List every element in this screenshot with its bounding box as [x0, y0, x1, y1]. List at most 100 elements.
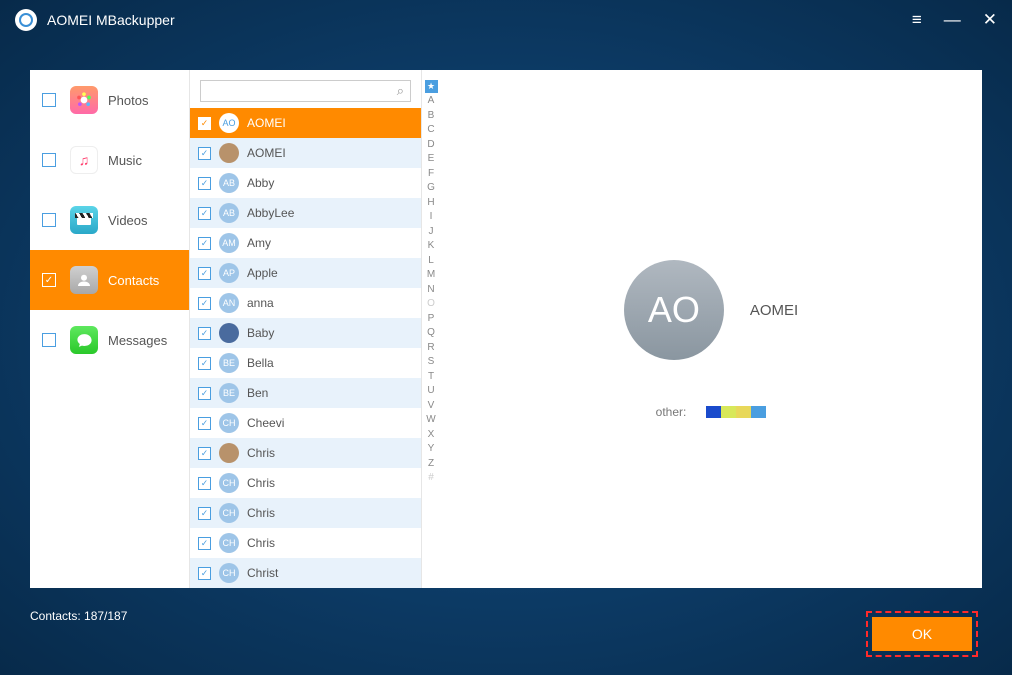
checkbox-icon[interactable]: ✓ — [198, 477, 211, 490]
checkbox-icon[interactable]: ✓ — [198, 447, 211, 460]
contact-name: AOMEI — [750, 302, 798, 319]
sidebar-item-videos[interactable]: Videos — [30, 190, 189, 250]
alpha-O[interactable]: O — [422, 297, 440, 312]
contact-row-name: AbbyLee — [247, 206, 294, 220]
alpha-P[interactable]: P — [422, 312, 440, 327]
alpha-X[interactable]: X — [422, 428, 440, 443]
avatar-icon: BE — [219, 353, 239, 373]
sidebar-item-photos[interactable]: Photos — [30, 70, 189, 130]
sidebar-label: Videos — [108, 213, 148, 228]
contact-row[interactable]: ✓ BE Bella — [190, 348, 421, 378]
contact-row-name: Bella — [247, 356, 274, 370]
checkbox-icon[interactable]: ✓ — [198, 267, 211, 280]
contact-row-name: Chris — [247, 476, 275, 490]
search-icon[interactable]: ⌕ — [397, 83, 404, 99]
alpha-N[interactable]: N — [422, 283, 440, 298]
avatar-icon: CH — [219, 503, 239, 523]
star-icon[interactable]: ★ — [425, 80, 438, 93]
contact-row[interactable]: ✓AOMEI — [190, 138, 421, 168]
contact-row-name: Baby — [247, 326, 274, 340]
alpha-L[interactable]: L — [422, 254, 440, 269]
alpha-H[interactable]: H — [422, 196, 440, 211]
search-box[interactable]: ⌕ — [200, 80, 411, 102]
alpha-Y[interactable]: Y — [422, 442, 440, 457]
contact-row[interactable]: ✓CHChris — [190, 468, 421, 498]
checkbox-icon[interactable]: ✓ — [198, 297, 211, 310]
checkbox-icon[interactable]: ✓ — [198, 327, 211, 340]
contact-row[interactable]: ✓AMAmy — [190, 228, 421, 258]
contact-row[interactable]: ✓AOAOMEI — [190, 108, 421, 138]
alpha-#[interactable]: # — [422, 471, 440, 486]
list-view-button[interactable]: ≡ — [912, 10, 922, 30]
contact-row[interactable]: ✓ Chris — [190, 438, 421, 468]
ok-button[interactable]: OK — [872, 617, 972, 651]
alpha-A[interactable]: A — [422, 94, 440, 109]
checkbox-icon[interactable]: ✓ — [198, 387, 211, 400]
alpha-D[interactable]: D — [422, 138, 440, 153]
alpha-index[interactable]: ★ ABCDEFGHIJKLMNOPQRSTUVWXYZ# — [422, 70, 440, 588]
contact-row[interactable]: ✓ANanna — [190, 288, 421, 318]
alpha-B[interactable]: B — [422, 109, 440, 124]
alpha-Z[interactable]: Z — [422, 457, 440, 472]
contact-row-name: anna — [247, 296, 274, 310]
alpha-R[interactable]: R — [422, 341, 440, 356]
avatar-icon: CH — [219, 413, 239, 433]
contact-row[interactable]: ✓ Baby — [190, 318, 421, 348]
alpha-T[interactable]: T — [422, 370, 440, 385]
contact-row[interactable]: ✓ABAbbyLee — [190, 198, 421, 228]
checkbox-icon[interactable]: ✓ — [198, 507, 211, 520]
other-field: other: — [656, 405, 767, 419]
contact-row[interactable]: ✓CHChris — [190, 498, 421, 528]
alpha-S[interactable]: S — [422, 355, 440, 370]
alpha-F[interactable]: F — [422, 167, 440, 182]
contact-row[interactable]: ✓CHChrist — [190, 558, 421, 588]
alpha-M[interactable]: M — [422, 268, 440, 283]
contact-row[interactable]: ✓CHChris — [190, 528, 421, 558]
contact-row[interactable]: ✓CHCheevi — [190, 408, 421, 438]
contact-row-name: Ben — [247, 386, 268, 400]
alpha-E[interactable]: E — [422, 152, 440, 167]
main-panel: Photos ♫ Music Videos ✓ Contacts Message… — [30, 70, 982, 588]
sidebar-item-messages[interactable]: Messages — [30, 310, 189, 370]
sidebar-item-music[interactable]: ♫ Music — [30, 130, 189, 190]
ok-highlight: OK — [866, 611, 978, 657]
close-button[interactable]: ✕ — [983, 10, 997, 30]
videos-icon — [70, 206, 98, 234]
contact-list[interactable]: ✓AOAOMEI✓AOMEI✓ABAbby✓ABAbbyLee✓AMAmy✓AP… — [190, 108, 421, 588]
contact-row[interactable]: ✓APApple — [190, 258, 421, 288]
category-sidebar: Photos ♫ Music Videos ✓ Contacts Message… — [30, 70, 190, 588]
checkbox-icon[interactable]: ✓ — [198, 117, 211, 130]
checkbox-icon[interactable]: ✓ — [198, 177, 211, 190]
checkbox-icon[interactable]: ✓ — [198, 567, 211, 580]
alpha-C[interactable]: C — [422, 123, 440, 138]
checkbox-icon[interactable]: ✓ — [198, 417, 211, 430]
avatar-icon — [219, 443, 239, 463]
checkbox-icon[interactable]: ✓ — [198, 147, 211, 160]
sidebar-item-contacts[interactable]: ✓ Contacts — [30, 250, 189, 310]
checkbox-icon[interactable] — [42, 213, 56, 227]
checkbox-icon[interactable]: ✓ — [42, 273, 56, 287]
checkbox-icon[interactable] — [42, 333, 56, 347]
checkbox-icon[interactable] — [42, 93, 56, 107]
avatar-icon: AM — [219, 233, 239, 253]
avatar-icon: CH — [219, 563, 239, 583]
checkbox-icon[interactable]: ✓ — [198, 357, 211, 370]
alpha-Q[interactable]: Q — [422, 326, 440, 341]
alpha-W[interactable]: W — [422, 413, 440, 428]
checkbox-icon[interactable]: ✓ — [198, 207, 211, 220]
alpha-J[interactable]: J — [422, 225, 440, 240]
alpha-I[interactable]: I — [422, 210, 440, 225]
contact-row-name: Chris — [247, 446, 275, 460]
alpha-G[interactable]: G — [422, 181, 440, 196]
contact-row[interactable]: ✓BEBen — [190, 378, 421, 408]
checkbox-icon[interactable] — [42, 153, 56, 167]
alpha-K[interactable]: K — [422, 239, 440, 254]
minimize-button[interactable]: — — [944, 10, 961, 30]
music-icon: ♫ — [70, 146, 98, 174]
search-input[interactable] — [207, 84, 397, 98]
checkbox-icon[interactable]: ✓ — [198, 537, 211, 550]
contact-row[interactable]: ✓ABAbby — [190, 168, 421, 198]
checkbox-icon[interactable]: ✓ — [198, 237, 211, 250]
alpha-V[interactable]: V — [422, 399, 440, 414]
alpha-U[interactable]: U — [422, 384, 440, 399]
